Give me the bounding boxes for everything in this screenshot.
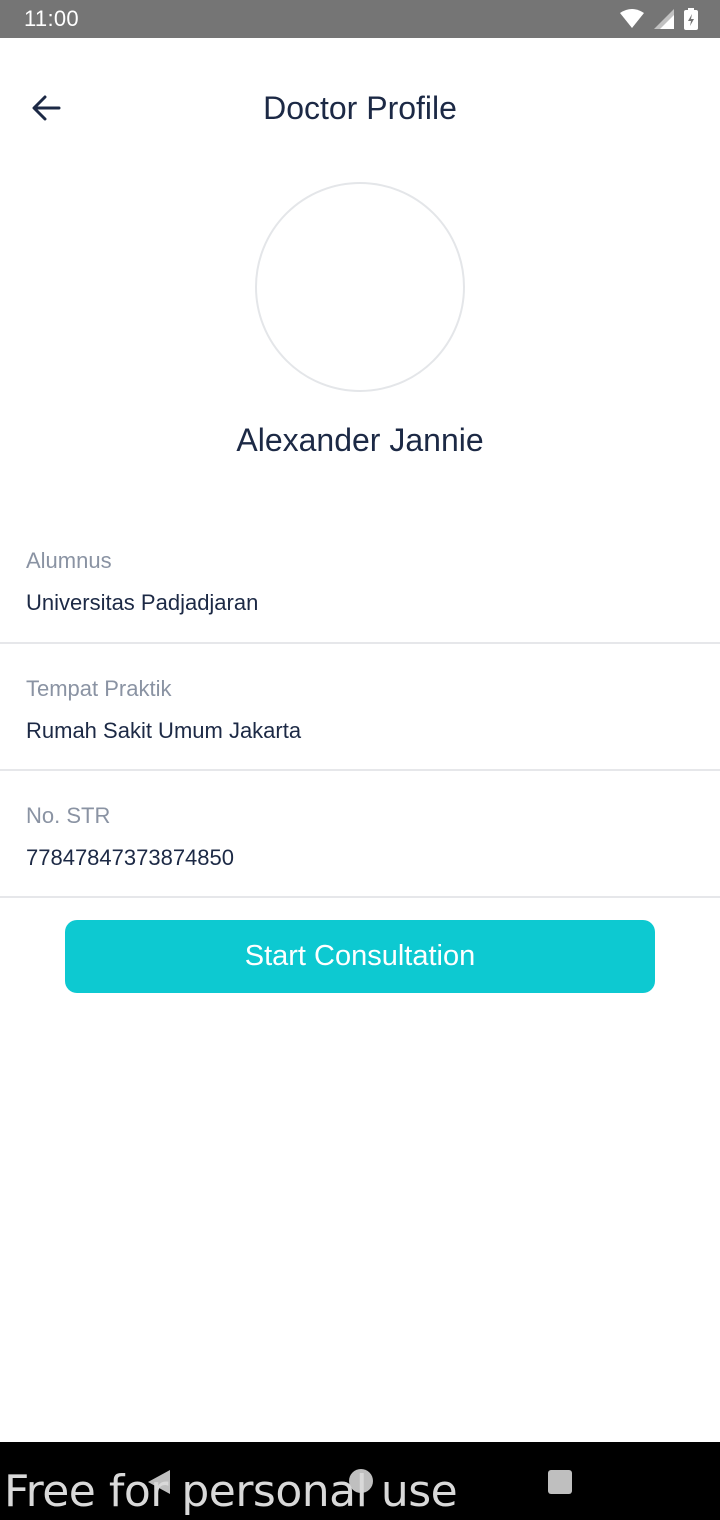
battery-icon <box>684 8 698 30</box>
detail-no-str: No. STR 77847847373874850 <box>0 803 720 898</box>
status-icons <box>620 8 698 30</box>
watermark-text: Free for personal use <box>4 1466 458 1517</box>
status-time: 11:00 <box>24 6 79 31</box>
wifi-icon <box>620 9 644 29</box>
detail-tempat-praktik: Tempat Praktik Rumah Sakit Umum Jakarta <box>0 676 720 771</box>
detail-label: Tempat Praktik <box>26 676 172 701</box>
detail-label: Alumnus <box>26 548 112 573</box>
detail-alumnus: Alumnus Universitas Padjadjaran <box>0 548 720 644</box>
detail-value: Rumah Sakit Umum Jakarta <box>26 718 302 743</box>
signal-icon <box>654 9 674 29</box>
doctor-avatar <box>255 182 465 392</box>
page-title: Doctor Profile <box>263 90 457 126</box>
detail-value: 77847847373874850 <box>26 845 235 870</box>
nav-recents-icon[interactable] <box>548 1470 572 1494</box>
status-bar: 11:00 <box>0 0 720 38</box>
detail-value: Universitas Padjadjaran <box>26 590 259 615</box>
app-bar: Doctor Profile <box>0 38 720 184</box>
detail-label: No. STR <box>26 803 111 828</box>
doctor-name: Alexander Jannie <box>236 422 484 458</box>
start-consultation-button[interactable]: Start Consultation <box>65 920 655 993</box>
doctor-profile-screen: 11:00 Doctor Profile Alexander Jannie Al… <box>0 0 720 1520</box>
